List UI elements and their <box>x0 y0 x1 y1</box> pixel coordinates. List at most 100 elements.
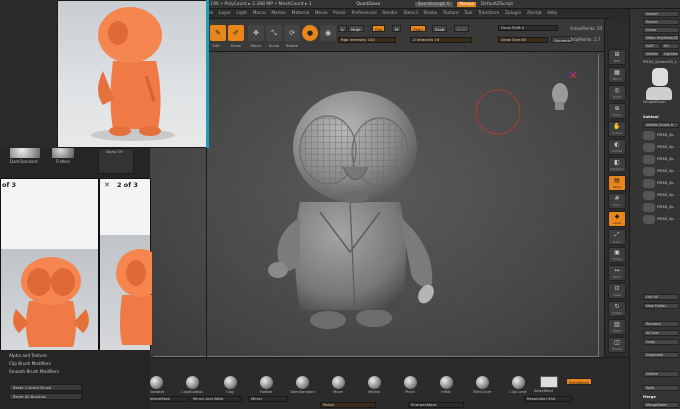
menus-toggle[interactable]: Menus <box>457 2 476 7</box>
reset-all-brushes-button[interactable]: Reset All Brushes <box>9 393 82 400</box>
zadd-toggle[interactable]: Zadd <box>410 25 426 32</box>
draw-size-slider[interactable]: Draw Size 65 <box>498 37 548 43</box>
menu-tool[interactable]: Tool <box>464 11 472 16</box>
mirror-weld-button[interactable]: Mirror And Weld <box>190 396 242 402</box>
visible-count-slider[interactable]: Visible Count 9 <box>643 122 679 128</box>
spix-button[interactable]: ▦ SPix 3 <box>608 67 626 83</box>
lightbox-tools-button[interactable]: Lightbox▸Tools <box>661 51 679 57</box>
sharpen-mask-button[interactable]: SharpenMask <box>408 402 464 408</box>
reference-photo-main[interactable] <box>57 0 207 148</box>
duplicate-button[interactable]: Duplicate <box>643 352 679 358</box>
menu-stroke[interactable]: Stroke <box>423 11 437 16</box>
subtool-thumb[interactable] <box>643 167 655 176</box>
smooth-brush-modifiers-header[interactable]: Smooth Brush Modifiers <box>9 369 59 374</box>
subtool-thumb[interactable] <box>643 215 655 224</box>
scale-view-button[interactable]: ⊡ Scale <box>608 283 626 299</box>
menu-help[interactable]: Help <box>547 11 557 16</box>
polyf-button[interactable]: ▥ PolyF <box>608 319 626 335</box>
brush-clay[interactable]: Clay <box>218 376 242 394</box>
subtool-thumb[interactable] <box>643 191 655 200</box>
import-button[interactable]: Import <box>643 11 679 17</box>
reference-photo-window-2[interactable]: ✕ 2 of 3 <box>99 178 164 350</box>
export-button[interactable]: Export <box>643 19 679 25</box>
rgb-intensity-slider[interactable]: Rgb Intensity 100 <box>338 37 396 43</box>
quicksave-button[interactable]: QuickSave <box>356 2 380 7</box>
frame-button[interactable]: ▣ Frame <box>608 247 626 263</box>
list-all-button[interactable]: List All <box>643 294 679 300</box>
menu-zscript[interactable]: Zscript <box>527 11 542 16</box>
subtool-thumb[interactable] <box>643 131 655 140</box>
persp-button[interactable]: ▤ Persp <box>608 175 626 191</box>
z-intensity-slider[interactable]: Z Intensity 16 <box>410 37 472 43</box>
rotate-view-button[interactable]: ↻ Rotate <box>608 301 626 317</box>
edit-mode-button[interactable]: ✎ <box>210 25 226 41</box>
menu-stencil[interactable]: Stencil <box>403 11 418 16</box>
local-button[interactable]: ◆ Local <box>608 211 626 227</box>
zcut-toggle[interactable]: Zcut <box>454 25 469 32</box>
alpha-texture-header[interactable]: Alpha and Texture <box>9 353 47 358</box>
clone-button[interactable]: Clone <box>643 27 679 33</box>
goz-button[interactable]: GoZ <box>643 43 660 49</box>
a-toggle[interactable]: A <box>338 25 347 32</box>
actual-button[interactable]: ✋ Actual <box>608 121 626 137</box>
color-swatch-button[interactable]: ◉ <box>320 25 336 41</box>
delete-button[interactable]: Delete <box>643 371 679 377</box>
rename-button[interactable]: Rename <box>643 321 679 327</box>
brush-move[interactable]: Move <box>326 376 350 394</box>
subtool-thumb[interactable] <box>643 143 655 152</box>
resolution-slider[interactable]: Resolution 904 <box>524 396 572 402</box>
material-sphere-button[interactable]: ● <box>302 25 318 41</box>
brush-pinch[interactable]: Pinch <box>398 376 422 394</box>
close-icon[interactable]: ✕ <box>104 181 110 189</box>
rotate-mode-button[interactable]: ⟳ <box>284 25 300 41</box>
menu-preferences[interactable]: Preferences <box>352 11 377 16</box>
polish-slider[interactable]: Polish <box>320 402 376 408</box>
see-through-slider[interactable]: See-through 0 <box>414 2 453 7</box>
brush-trimcurve[interactable]: TrimCurve <box>470 376 494 394</box>
subtool-thumb[interactable] <box>643 155 655 164</box>
subtool-name[interactable]: PM3D_Sp <box>657 157 674 161</box>
bpr-button[interactable]: ⊞ BPR <box>608 49 626 65</box>
rgb-toggle[interactable]: Rgb <box>372 25 386 32</box>
tool-thumbnail[interactable] <box>652 68 668 86</box>
menu-movie[interactable]: Movie <box>315 11 328 16</box>
scale-mode-button[interactable]: ⤡ <box>266 25 282 41</box>
draw-mode-button[interactable]: ✐ <box>228 25 244 41</box>
menu-material[interactable]: Material <box>292 11 309 16</box>
floor-button[interactable]: # Floor <box>608 193 626 209</box>
clip-brush-modifiers-header[interactable]: Clip Brush Modifiers <box>9 361 51 366</box>
make-polymesh-button[interactable]: Make PolyMesh3D <box>643 35 679 41</box>
all-low-button[interactable]: All Low <box>643 330 679 336</box>
new-folder-button[interactable]: New Folder <box>643 303 679 309</box>
subtool-name[interactable]: PM3D_Sp <box>657 133 674 137</box>
menu-light[interactable]: Light <box>236 11 247 16</box>
reference-photo-window-1[interactable]: of 3 <box>0 178 99 350</box>
mrgb-toggle[interactable]: Mrgb <box>348 25 364 32</box>
subtool-name[interactable]: PM3D_Sp <box>657 193 674 197</box>
dynamic-button[interactable]: ◧ Dynamic <box>608 157 626 173</box>
split-button[interactable]: Split <box>643 385 679 391</box>
subtool-name[interactable]: PM3D_Sp <box>657 217 674 221</box>
menu-transform[interactable]: Transform <box>478 11 499 16</box>
simple-brush-thumbnail[interactable] <box>646 87 672 100</box>
move-mode-button[interactable]: ✥ <box>248 25 264 41</box>
subtool-thumb[interactable] <box>643 203 655 212</box>
damstandard-thumbnail[interactable] <box>10 148 40 158</box>
menu-marker[interactable]: Marker <box>271 11 286 16</box>
aahalf-button[interactable]: ◐ AAHalf <box>608 139 626 155</box>
subtool-name[interactable]: PM3D_Sp <box>657 181 674 185</box>
subtool-name[interactable]: PM3D_Sp <box>657 205 674 209</box>
reset-current-brush-button[interactable]: Reset Current Brush <box>9 384 82 391</box>
copy-button[interactable]: Copy <box>643 339 679 345</box>
flatten-thumbnail[interactable] <box>52 148 74 158</box>
subtool-name[interactable]: PM3D_Sp <box>657 169 674 173</box>
gxyz-button[interactable]: ⤢ Gxyz <box>608 229 626 245</box>
move-view-button[interactable]: ↔ Move <box>608 265 626 281</box>
mirror-button[interactable]: Mirror <box>248 396 288 402</box>
merge-down-button[interactable]: MergeDown <box>643 402 679 408</box>
focal-shift-slider[interactable]: Focal Shift 0 <box>498 25 558 31</box>
dynamesh-button[interactable]: DynaMesh <box>566 378 592 385</box>
merge-header[interactable]: Merge <box>643 395 656 399</box>
scroll-button[interactable]: ◎ Scroll <box>608 85 626 101</box>
menu-macro[interactable]: Macro <box>253 11 266 16</box>
